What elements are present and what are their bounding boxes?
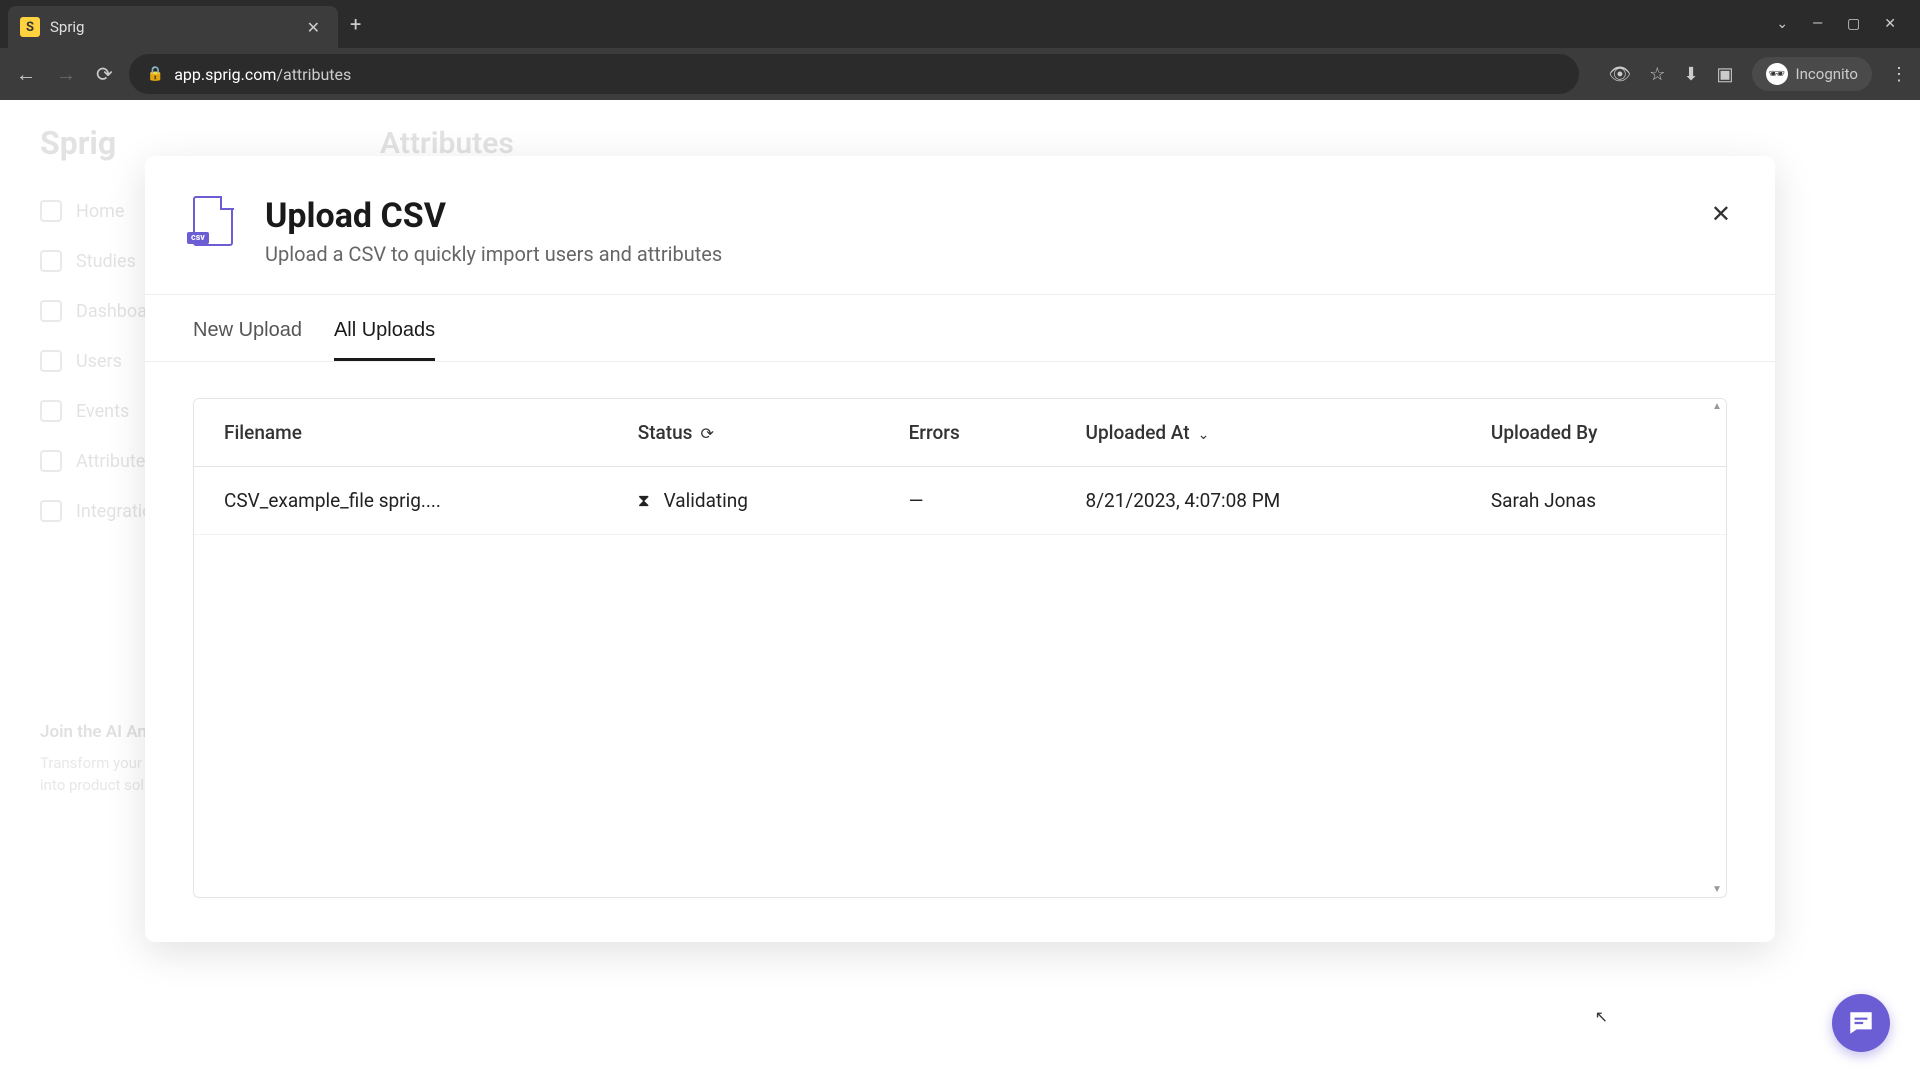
modal-title: Upload CSV <box>265 196 722 236</box>
tab-all-uploads[interactable]: All Uploads <box>334 319 435 361</box>
address-bar: ← → ⟳ 🔒 app.sprig.com/attributes 👁 ☆ ⬇ ▣… <box>0 48 1920 100</box>
scroll-down-icon[interactable]: ▼ <box>1712 884 1722 895</box>
url-bar[interactable]: 🔒 app.sprig.com/attributes <box>129 54 1579 94</box>
downloads-icon[interactable]: ⬇ <box>1683 64 1698 85</box>
cursor-icon: ↖ <box>1595 1007 1608 1026</box>
bookmark-icon[interactable]: ☆ <box>1649 64 1665 85</box>
intercom-launcher[interactable] <box>1832 994 1890 1052</box>
tab-bar: S Sprig ✕ + ⌄ — ▢ ✕ <box>0 0 1920 48</box>
cell-errors: — <box>879 467 1056 535</box>
col-filename[interactable]: Filename <box>194 399 608 467</box>
modal-overlay[interactable]: csv Upload CSV Upload a CSV to quickly i… <box>0 100 1920 1080</box>
modal-titles: Upload CSV Upload a CSV to quickly impor… <box>265 196 722 266</box>
col-errors[interactable]: Errors <box>879 399 1056 467</box>
lock-icon: 🔒 <box>147 66 164 82</box>
sort-desc-icon: ⌄ <box>1198 427 1210 443</box>
tab-close-icon[interactable]: ✕ <box>301 16 326 39</box>
uploads-table-wrap: Filename Status⟳ Errors Uploaded At⌄ Upl… <box>193 398 1727 898</box>
incognito-label: Incognito <box>1796 65 1858 83</box>
browser-actions: 👁 ☆ ⬇ ▣ 🕶 Incognito ⋮ <box>1608 57 1908 91</box>
forward-button[interactable]: → <box>52 58 80 91</box>
browser-tab[interactable]: S Sprig ✕ <box>8 6 338 48</box>
cell-filename: CSV_example_file sprig.... <box>194 467 608 535</box>
csv-file-icon: csv <box>193 196 241 250</box>
col-uploaded-at[interactable]: Uploaded At⌄ <box>1056 399 1461 467</box>
scrollbar[interactable]: ▲ ▼ <box>1710 401 1724 895</box>
url-text: app.sprig.com/attributes <box>174 65 351 84</box>
incognito-icon: 🕶 <box>1766 63 1788 85</box>
tab-title: Sprig <box>50 18 291 36</box>
modal-tabs: New Upload All Uploads <box>145 295 1775 362</box>
cell-uploaded-by: Sarah Jonas <box>1461 467 1726 535</box>
scroll-up-icon[interactable]: ▲ <box>1712 401 1722 412</box>
page: Sprig Attributes Home Studies Dashboards… <box>0 100 1920 1080</box>
cell-uploaded-at: 8/21/2023, 4:07:08 PM <box>1056 467 1461 535</box>
reload-button[interactable]: ⟳ <box>92 58 117 90</box>
table-row[interactable]: CSV_example_file sprig.... ⧗ Validating … <box>194 467 1726 535</box>
cell-status: ⧗ Validating <box>608 467 879 535</box>
minimize-icon[interactable]: — <box>1812 16 1823 32</box>
modal-close-button[interactable]: ✕ <box>1711 200 1731 229</box>
browser-chrome: S Sprig ✕ + ⌄ — ▢ ✕ ← → ⟳ 🔒 app.sprig.co… <box>0 0 1920 100</box>
new-tab-button[interactable]: + <box>338 12 373 36</box>
favicon: S <box>20 17 40 37</box>
maximize-icon[interactable]: ▢ <box>1847 16 1860 32</box>
eye-off-icon[interactable]: 👁 <box>1608 64 1631 85</box>
uploads-table: Filename Status⟳ Errors Uploaded At⌄ Upl… <box>194 399 1726 535</box>
window-controls: ⌄ — ▢ ✕ <box>1776 16 1912 32</box>
modal-header: csv Upload CSV Upload a CSV to quickly i… <box>145 156 1775 295</box>
modal-subtitle: Upload a CSV to quickly import users and… <box>265 242 722 266</box>
table-header-row: Filename Status⟳ Errors Uploaded At⌄ Upl… <box>194 399 1726 467</box>
hourglass-icon: ⧗ <box>638 491 650 511</box>
close-window-icon[interactable]: ✕ <box>1884 16 1896 32</box>
chat-icon <box>1846 1008 1876 1038</box>
incognito-badge[interactable]: 🕶 Incognito <box>1752 57 1872 91</box>
refresh-icon[interactable]: ⟳ <box>700 424 713 443</box>
back-button[interactable]: ← <box>12 58 40 91</box>
col-status[interactable]: Status⟳ <box>608 399 879 467</box>
tab-dropdown-icon[interactable]: ⌄ <box>1776 16 1788 32</box>
upload-csv-modal: csv Upload CSV Upload a CSV to quickly i… <box>145 156 1775 942</box>
menu-icon[interactable]: ⋮ <box>1890 64 1908 85</box>
col-uploaded-by[interactable]: Uploaded By <box>1461 399 1726 467</box>
tab-new-upload[interactable]: New Upload <box>193 319 302 361</box>
panel-icon[interactable]: ▣ <box>1717 64 1734 85</box>
